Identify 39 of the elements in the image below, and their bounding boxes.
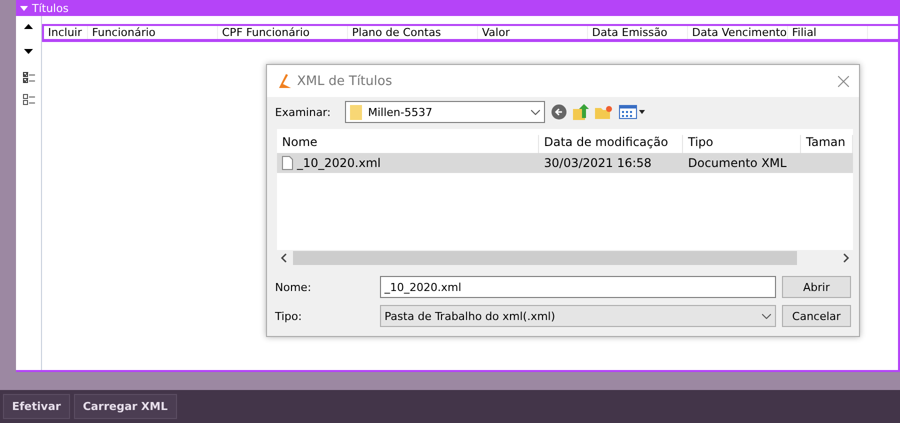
column-header[interactable]: Data Emissão xyxy=(588,26,688,39)
move-down-icon[interactable] xyxy=(24,49,33,54)
file-name: _10_2020.xml xyxy=(297,156,381,170)
chevron-down-icon xyxy=(762,314,771,318)
column-header[interactable]: Valor xyxy=(478,26,588,39)
column-header[interactable]: Incluir xyxy=(44,26,88,39)
move-up-icon[interactable] xyxy=(24,24,33,29)
column-header[interactable]: Filial xyxy=(788,26,868,39)
dialog-button[interactable]: Cancelar xyxy=(782,305,852,327)
file-icon xyxy=(282,156,293,170)
folder-icon xyxy=(350,104,362,120)
uncheck-all-icon[interactable] xyxy=(22,94,34,106)
name-label: Nome: xyxy=(275,280,312,294)
back-icon[interactable] xyxy=(551,104,567,120)
dialog-title: XML de Títulos xyxy=(297,74,394,88)
check-all-icon[interactable] xyxy=(22,72,34,84)
look-in-dropdown[interactable]: Millen-5537 xyxy=(345,101,545,123)
folder-up-icon[interactable] xyxy=(573,104,589,120)
dialog-button[interactable]: Abrir xyxy=(782,276,852,298)
chevron-down-icon xyxy=(531,110,540,114)
file-row[interactable]: _10_2020.xml 30/03/2021 16:58 Documento XML xyxy=(277,153,853,173)
column-header[interactable]: Funcionário xyxy=(88,26,218,39)
view-menu-icon[interactable] xyxy=(619,105,645,119)
app-logo-icon xyxy=(277,74,291,88)
close-icon[interactable] xyxy=(838,76,849,86)
file-date: 30/03/2021 16:58 xyxy=(544,156,652,170)
column-header[interactable]: CPF Funcionário xyxy=(218,26,348,39)
column-header[interactable]: Data Vencimento xyxy=(688,26,788,39)
file-type-dropdown[interactable]: Pasta de Trabalho do xml(.xml) xyxy=(380,305,776,327)
type-label: Tipo: xyxy=(275,310,303,322)
panel-header[interactable]: Títulos xyxy=(16,0,900,16)
footer-button[interactable]: Efetivar xyxy=(3,394,70,419)
footer-button[interactable]: Carregar XML xyxy=(74,394,177,419)
file-type: Documento XML xyxy=(688,156,787,170)
file-name-field[interactable]: _10_2020.xml xyxy=(380,276,776,298)
column-header[interactable]: Plano de Contas xyxy=(348,26,478,39)
look-in-label: Examinar: xyxy=(275,106,332,118)
panel-title: Títulos xyxy=(32,2,69,14)
new-folder-icon[interactable] xyxy=(595,105,613,119)
